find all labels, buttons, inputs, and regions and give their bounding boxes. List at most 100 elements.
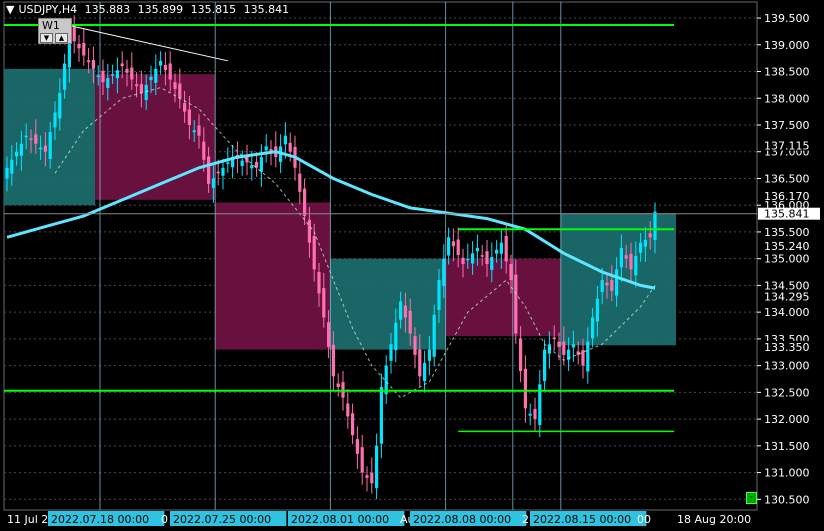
- candle-body: [48, 132, 52, 159]
- candle-body: [475, 247, 479, 252]
- candle-body: [63, 63, 67, 90]
- y-tick-label: 133.000: [764, 360, 810, 373]
- candle-body: [240, 160, 244, 167]
- candle-body: [96, 75, 100, 78]
- y-tag-label: 134.295: [764, 290, 810, 303]
- candle-body: [34, 134, 38, 144]
- y-tag-label: 135.240: [764, 240, 810, 253]
- candle-body: [120, 63, 124, 67]
- arrow-down-icon[interactable]: ▼: [40, 33, 53, 43]
- candle-body: [226, 162, 230, 164]
- candle-body: [432, 314, 436, 357]
- y-tick-label: 135.500: [764, 226, 810, 239]
- candle-body: [365, 475, 369, 478]
- candle-body: [480, 255, 484, 257]
- x-date-label: 18 Aug 20:00: [677, 513, 751, 526]
- candle-body: [442, 258, 446, 286]
- candle-body: [427, 349, 431, 361]
- candle-body: [600, 280, 604, 293]
- close-price: 135.841: [243, 3, 290, 16]
- chevron-down-icon[interactable]: ▼: [6, 3, 14, 16]
- x-date-label: 2022.07.18 00:00: [51, 513, 149, 526]
- candle-body: [437, 280, 441, 311]
- candle-body: [135, 84, 139, 87]
- candle-body: [87, 60, 91, 63]
- candle-body: [495, 249, 499, 254]
- candle-body: [490, 256, 494, 270]
- y-tick-label: 130.500: [764, 493, 810, 506]
- candle-body: [144, 84, 148, 101]
- candle-body: [58, 92, 62, 119]
- candle-body: [72, 27, 76, 42]
- candle-body: [471, 253, 475, 264]
- price-chart[interactable]: 139.500139.000138.500138.000137.500137.0…: [0, 0, 824, 531]
- candle-body: [413, 336, 417, 355]
- teal-zone: [330, 258, 446, 350]
- high-price: 135.899: [137, 3, 184, 16]
- candle-body: [154, 68, 158, 83]
- drawing-object-w1[interactable]: W1 ▼ ▲: [38, 18, 72, 44]
- candle-body: [355, 439, 359, 454]
- candle-body: [312, 235, 316, 270]
- y-tick-label: 139.500: [764, 12, 810, 25]
- candle-body: [264, 146, 268, 151]
- y-tick-label: 138.500: [764, 66, 810, 79]
- drawing-label: W1: [42, 19, 60, 32]
- candle-body: [403, 305, 407, 318]
- candle-body: [211, 178, 215, 188]
- candle-body: [163, 64, 167, 71]
- candle-body: [619, 247, 623, 268]
- candle-body: [499, 242, 503, 254]
- candle-body: [571, 344, 575, 348]
- candle-body: [183, 103, 187, 112]
- candle-body: [53, 112, 57, 128]
- y-tag-label: 137.115: [764, 140, 810, 153]
- candle-body: [389, 344, 393, 361]
- candle-body: [327, 322, 331, 347]
- candle-body: [375, 445, 379, 489]
- candle-body: [346, 403, 350, 417]
- pink-zone: [215, 202, 331, 350]
- candle-body: [379, 387, 383, 444]
- candle-body: [634, 256, 638, 276]
- candle-body: [82, 42, 86, 56]
- candle-body: [523, 368, 527, 409]
- candle-body: [451, 241, 455, 247]
- candle-body: [543, 349, 547, 382]
- teal-zone: [560, 213, 676, 346]
- candle-body: [360, 447, 364, 473]
- candle-body: [39, 147, 43, 150]
- candle-body: [624, 255, 628, 259]
- candle-body: [322, 288, 326, 318]
- candle-body: [178, 83, 182, 99]
- y-tick-label: 139.000: [764, 39, 810, 52]
- candle-body: [192, 130, 196, 133]
- candle-body: [187, 109, 191, 125]
- candle-body: [168, 63, 172, 80]
- arrow-up-icon[interactable]: ▲: [55, 33, 68, 43]
- candle-body: [552, 337, 556, 340]
- candle-body: [653, 211, 657, 240]
- candle-body: [139, 84, 143, 93]
- pink-zone: [95, 74, 216, 200]
- candle-body: [303, 188, 307, 216]
- candle-body: [259, 157, 263, 172]
- candle-body: [24, 135, 28, 138]
- candle-body: [586, 341, 590, 372]
- candle-body: [106, 78, 110, 89]
- candle-body: [370, 472, 374, 484]
- candle-body: [159, 60, 163, 66]
- candle-body: [5, 167, 9, 179]
- y-tag-label: 133.350: [764, 341, 810, 354]
- candle-body: [576, 351, 580, 355]
- candle-body: [250, 165, 254, 169]
- candle-body: [288, 142, 292, 152]
- x-date-label: 0: [161, 513, 168, 526]
- candle-body: [461, 257, 465, 265]
- scale-toggle-button[interactable]: -: [746, 492, 757, 504]
- candle-body: [43, 145, 47, 152]
- candle-body: [581, 350, 585, 366]
- candle-body: [514, 274, 518, 334]
- candle-body: [130, 67, 134, 80]
- chart-header: ▼ USDJPY,H4 135.883 135.899 135.815 135.8…: [6, 3, 293, 16]
